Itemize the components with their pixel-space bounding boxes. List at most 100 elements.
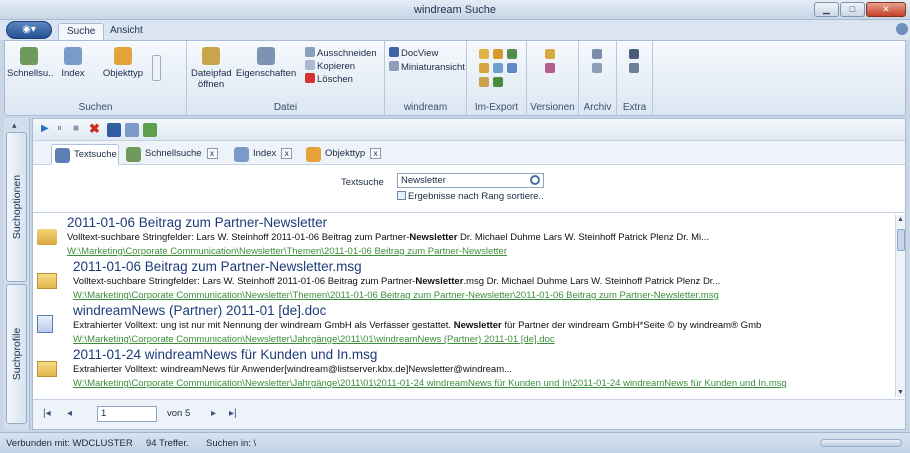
quick-search-icon	[126, 147, 141, 162]
archive-restore-icon[interactable]	[592, 63, 602, 73]
transfer-icon[interactable]	[507, 63, 517, 73]
gallery-scroll-icon[interactable]	[152, 55, 161, 81]
minimize-button[interactable]: ▁	[814, 2, 839, 17]
mail-icon	[37, 361, 57, 377]
ribbon-group-suchen: Schnellsu.. Index Objekttyp Suchen	[5, 41, 187, 116]
ribbon-tab-row: ◉▾ Suche Ansicht	[0, 20, 910, 40]
side-tab-bar: ▴ Suchoptionen Suchprofile	[4, 118, 30, 430]
excel-export-icon[interactable]	[507, 49, 517, 59]
clear-icon[interactable]: ✖	[89, 121, 103, 136]
save-icon[interactable]	[107, 123, 121, 137]
ribbon-group-archiv: Archiv	[579, 41, 617, 116]
sort-by-rank-checkbox[interactable]: Ergebnisse nach Rang sortiere..	[397, 191, 544, 202]
tab-ansicht[interactable]: Ansicht	[102, 23, 151, 40]
search-icon[interactable]	[530, 175, 540, 185]
import-folder-icon[interactable]	[479, 63, 489, 73]
search-profile-icon[interactable]	[125, 123, 139, 137]
archive-export-icon[interactable]	[493, 77, 503, 87]
delete-icon	[305, 73, 315, 83]
export-folder-icon[interactable]	[493, 63, 503, 73]
tab-objekttyp[interactable]: Objekttyp x	[303, 144, 395, 165]
close-tab-icon[interactable]: x	[206, 148, 218, 159]
settings-icon[interactable]	[629, 63, 639, 73]
export-icon[interactable]	[493, 49, 503, 59]
version-create-icon[interactable]	[545, 49, 555, 59]
status-hits: 94 Treffer.	[146, 438, 189, 449]
close-button[interactable]: ✕	[866, 2, 906, 17]
prev-page-icon[interactable]: ◂	[67, 408, 72, 419]
search-toolbar: ▶ ⏸ ■ ✖	[33, 119, 905, 141]
archive-icon[interactable]	[592, 49, 602, 59]
objekttyp-button[interactable]: Objekttyp	[97, 47, 149, 79]
result-title[interactable]: 2011-01-06 Beitrag zum Partner-Newslette…	[73, 259, 362, 274]
ribbon-group-im-export: Im-Export	[467, 41, 527, 116]
ribbon-group-label: Versionen	[530, 102, 575, 113]
zoom-slider[interactable]	[820, 439, 902, 447]
export-results-icon[interactable]	[143, 123, 157, 137]
dateipfad-oeffnen-button[interactable]: Dateipfad öffnen	[191, 47, 232, 90]
application-menu-button[interactable]: ◉▾	[6, 21, 52, 39]
result-snippet: Volltext-suchbare Stringfelder: Lars W. …	[73, 276, 721, 287]
loeschen-button[interactable]: Löschen	[305, 73, 353, 85]
ribbon-group-label: Extra	[622, 102, 647, 113]
checkbox-icon[interactable]	[397, 191, 406, 200]
status-connection: Verbunden mit: WDCLUSTER	[6, 438, 133, 449]
first-page-icon[interactable]: |◂	[43, 408, 51, 419]
index-button[interactable]: Index	[55, 47, 91, 79]
document-icon	[37, 315, 53, 333]
folder-icon	[37, 229, 57, 245]
miniaturansicht-button[interactable]: Miniaturansicht	[389, 61, 465, 73]
pager: |◂ ◂ 1 von 5 ▸ ▸|	[33, 399, 905, 429]
tab-textsuche[interactable]: Textsuche	[51, 144, 119, 165]
scroll-down-icon[interactable]: ▼	[897, 389, 904, 396]
result-path[interactable]: W:\Marketing\Corporate Communication\New…	[73, 378, 787, 389]
pin-icon[interactable]: ▴	[12, 120, 17, 131]
tab-suchprofile[interactable]: Suchprofile	[6, 284, 27, 424]
version-history-icon[interactable]	[545, 63, 555, 73]
scissors-icon	[305, 47, 315, 57]
result-path[interactable]: W:\Marketing\Corporate Communication\New…	[73, 290, 719, 301]
last-page-icon[interactable]: ▸|	[229, 408, 237, 419]
eigenschaften-button[interactable]: Eigenschaften	[235, 47, 297, 79]
maximize-button[interactable]: □	[840, 2, 865, 17]
play-icon[interactable]: ▶	[41, 123, 55, 137]
ausschneiden-button[interactable]: Ausschneiden	[305, 47, 377, 59]
search-input[interactable]: Newsletter	[397, 173, 544, 188]
docview-icon	[389, 47, 399, 57]
page-number-input[interactable]: 1	[97, 406, 157, 422]
textsuche-label: Textsuche	[341, 177, 384, 188]
schnellsuche-button[interactable]: Schnellsu..	[7, 47, 53, 79]
result-title[interactable]: 2011-01-06 Beitrag zum Partner-Newslette…	[67, 215, 327, 230]
kopieren-button[interactable]: Kopieren	[305, 60, 355, 72]
pause-icon[interactable]: ⏸	[57, 123, 71, 137]
search-tabs: Textsuche Schnellsuche x Index x Objekttyp…	[33, 141, 905, 165]
result-title[interactable]: windreamNews (Partner) 2011-01 [de].doc	[73, 303, 326, 318]
sync-icon[interactable]	[479, 77, 489, 87]
ribbon-group-label: Datei	[273, 102, 298, 113]
result-path[interactable]: W:\Marketing\Corporate Communication\New…	[67, 246, 507, 257]
import-icon[interactable]	[479, 49, 489, 59]
result-path[interactable]: W:\Marketing\Corporate Communication\New…	[73, 334, 555, 345]
ribbon-group-versionen: Versionen	[527, 41, 579, 116]
results-scrollbar[interactable]: ▲ ▼	[895, 215, 905, 397]
window-title: windream Suche	[414, 4, 496, 16]
result-title[interactable]: 2011-01-24 windreamNews für Kunden und I…	[73, 347, 377, 362]
tab-suchoptionen[interactable]: Suchoptionen	[6, 132, 27, 282]
mail-icon	[37, 273, 57, 289]
results-list: 2011-01-06 Beitrag zum Partner-Newslette…	[33, 215, 895, 397]
properties-icon	[257, 47, 275, 65]
help-icon[interactable]	[896, 23, 908, 35]
tab-suche[interactable]: Suche	[58, 23, 105, 40]
close-tab-icon[interactable]: x	[281, 148, 293, 159]
docview-button[interactable]: DocView	[389, 47, 438, 59]
tools-icon[interactable]	[629, 49, 639, 59]
scroll-up-icon[interactable]: ▲	[897, 216, 904, 223]
stop-icon[interactable]: ■	[73, 123, 87, 137]
folder-open-icon	[202, 47, 220, 65]
tab-index[interactable]: Index x	[231, 144, 301, 165]
close-tab-icon[interactable]: x	[370, 148, 382, 159]
next-page-icon[interactable]: ▸	[211, 408, 216, 419]
ribbon-group-label: windream	[403, 102, 448, 113]
tab-schnellsuche[interactable]: Schnellsuche x	[123, 144, 229, 165]
scroll-thumb[interactable]	[897, 229, 905, 251]
